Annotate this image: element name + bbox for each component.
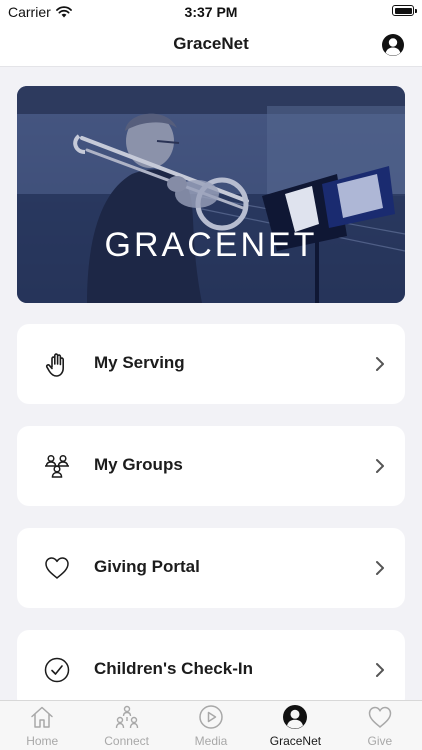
tab-label: Connect xyxy=(104,734,149,748)
connect-icon xyxy=(115,705,138,729)
profile-icon[interactable] xyxy=(381,33,405,57)
menu-item-label: Giving Portal xyxy=(94,557,200,576)
tab-home[interactable]: Home xyxy=(0,701,84,750)
heart-icon xyxy=(45,557,69,579)
chevron-right-icon xyxy=(376,663,384,677)
tab-give[interactable]: Give xyxy=(338,701,422,750)
check-circle-icon xyxy=(44,657,70,683)
chevron-right-icon xyxy=(376,357,384,371)
raised-hand-icon xyxy=(45,353,64,377)
status-time: 3:37 PM xyxy=(184,4,238,20)
banner-photo xyxy=(17,86,405,303)
navigation-bar: GraceNet xyxy=(0,24,422,67)
tab-bar: Home Connect Media GraceNet Give xyxy=(0,700,422,750)
menu-item-label: My Groups xyxy=(94,455,183,474)
battery-icon xyxy=(392,5,417,16)
menu-item-label: My Serving xyxy=(94,353,185,372)
chevron-right-icon xyxy=(376,561,384,575)
menu-item-giving-portal[interactable]: Giving Portal xyxy=(17,528,405,608)
profile-icon xyxy=(283,705,308,729)
play-icon xyxy=(199,705,223,729)
group-people-icon xyxy=(45,454,69,478)
tab-label: Media xyxy=(194,734,228,748)
page-title: GraceNet xyxy=(173,34,249,53)
status-bar: Carrier 3:37 PM xyxy=(0,0,422,24)
tab-media[interactable]: Media xyxy=(169,701,253,750)
heart-icon xyxy=(368,706,392,728)
gracenet-banner: GRACENET xyxy=(17,86,405,303)
menu-item-my-serving[interactable]: My Serving xyxy=(17,324,405,404)
tab-label: GraceNet xyxy=(269,734,322,748)
banner-title: GRACENET xyxy=(104,226,318,264)
home-icon xyxy=(31,706,53,728)
menu-item-my-groups[interactable]: My Groups xyxy=(17,426,405,506)
tab-connect[interactable]: Connect xyxy=(84,701,168,750)
tab-label: Home xyxy=(26,734,59,748)
tab-gracenet[interactable]: GraceNet xyxy=(253,701,337,750)
gracenet-screen: Carrier 3:37 PM GraceNet GRACENET My Ser… xyxy=(0,0,422,750)
menu-item-childrens-check-in[interactable]: Children's Check-In xyxy=(17,630,405,710)
tab-label: Give xyxy=(367,734,393,748)
menu-item-label: Children's Check-In xyxy=(94,659,253,678)
chevron-right-icon xyxy=(376,459,384,473)
